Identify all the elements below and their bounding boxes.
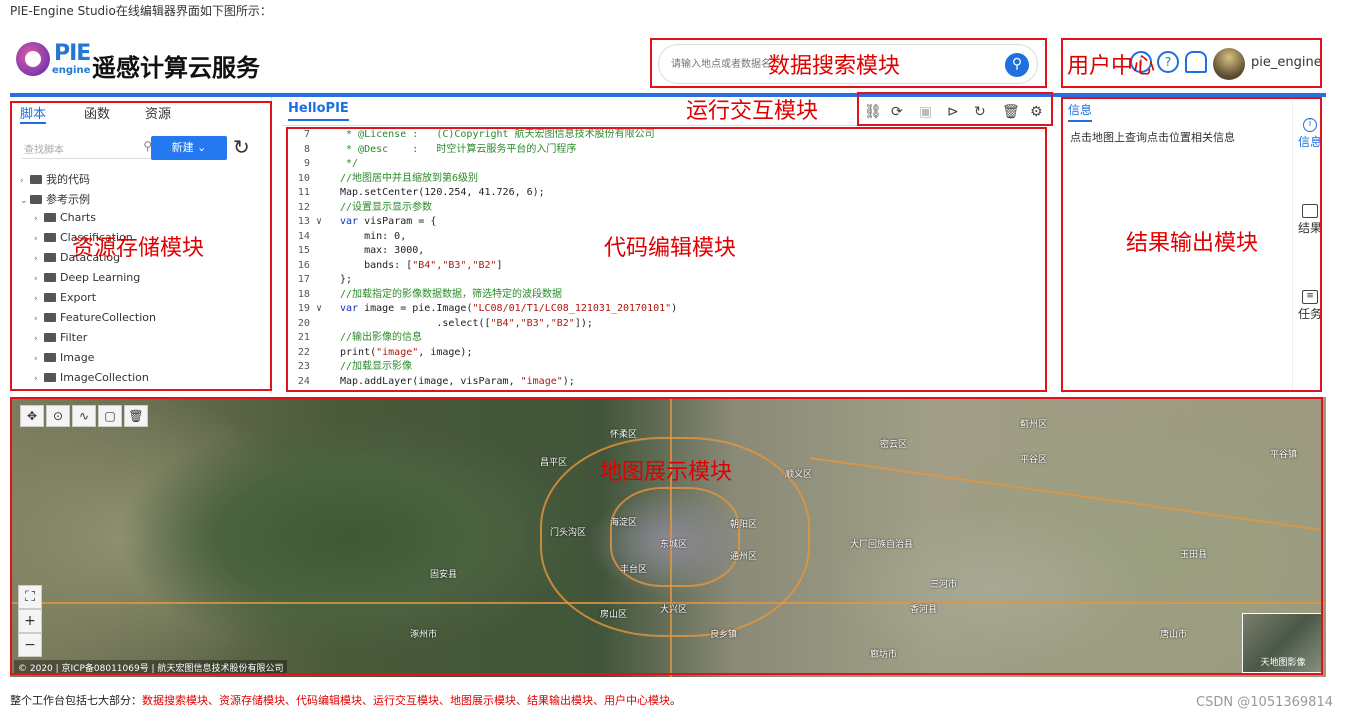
annot-label-map: 地图展示模块 — [600, 460, 733, 485]
top-caption: PIE-Engine Studio在线编辑器界面如下图所示： — [10, 4, 272, 18]
annot-label-output: 结果输出模块 — [1126, 231, 1259, 256]
csdn-watermark: CSDN @1051369814 — [1196, 695, 1333, 710]
pie-engine-logo[interactable] — [16, 42, 50, 76]
annot-label-user: 用户中心 — [1067, 54, 1156, 79]
brand-title: 遥感计算云服务 — [92, 54, 260, 82]
annot-label-search: 数据搜索模块 — [768, 54, 901, 79]
tab-hellopie[interactable]: HelloPIE — [288, 101, 349, 121]
annot-label-resource: 资源存储模块 — [72, 236, 205, 261]
annot-label-run: 运行交互模块 — [686, 99, 819, 124]
annot-box-run — [857, 92, 1053, 126]
summary-modules: 数据搜索模块、资源存储模块、代码编辑模块、运行交互模块、地图展示模块、结果输出模… — [142, 694, 670, 707]
annot-box-map — [10, 397, 1323, 675]
summary-suffix: 。 — [670, 694, 681, 707]
brand-pie: PIE — [54, 41, 91, 66]
summary-prefix: 整个工作台包括七大部分： — [10, 694, 142, 707]
brand-engine: engine — [52, 65, 91, 76]
annot-label-code: 代码编辑模块 — [604, 236, 737, 261]
summary-text: 整个工作台包括七大部分：数据搜索模块、资源存储模块、代码编辑模块、运行交互模块、… — [10, 692, 681, 708]
